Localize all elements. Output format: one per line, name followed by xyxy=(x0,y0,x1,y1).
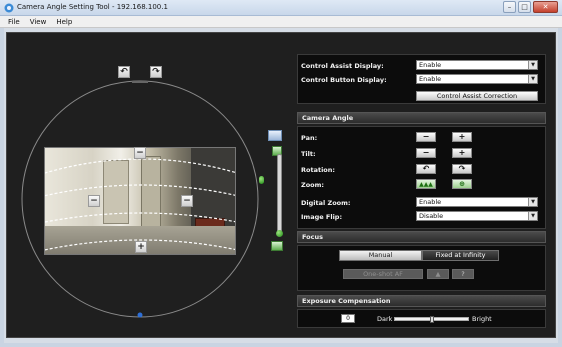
camera-angle-header: Camera Angle xyxy=(297,112,546,124)
control-assist-display-label: Control Assist Display: xyxy=(301,62,384,70)
tilt-plus-button[interactable]: + xyxy=(452,148,472,158)
chevron-down-icon: ▼ xyxy=(528,212,537,220)
close-button[interactable]: ✕ xyxy=(533,1,558,13)
zoom-slider-knob[interactable] xyxy=(276,230,283,237)
maximize-button[interactable]: □ xyxy=(518,1,531,13)
one-shot-af-button[interactable]: One-shot AF xyxy=(343,269,423,279)
exposure-dark-label: Dark xyxy=(377,315,393,323)
control-assist-display-select[interactable]: Enable ▼ xyxy=(416,60,538,70)
focus-icon: ▲ xyxy=(435,270,441,278)
camera-preview xyxy=(44,147,236,255)
tilt-up-button[interactable]: − xyxy=(134,147,146,159)
select-value: Enable xyxy=(419,61,442,69)
tilt-down-button[interactable]: + xyxy=(135,241,147,253)
rotate-left-icon-button[interactable]: ↶ xyxy=(416,164,436,174)
pan-left-button[interactable]: − xyxy=(88,195,100,207)
pan-right-button[interactable]: − xyxy=(181,195,193,207)
position-marker-icon xyxy=(137,312,143,318)
control-button-display-select[interactable]: Enable ▼ xyxy=(416,74,538,84)
image-flip-label: Image Flip: xyxy=(301,213,343,221)
assist-grid-overlay xyxy=(45,158,235,251)
menu-help[interactable]: Help xyxy=(56,18,72,26)
image-flip-select[interactable]: Disable ▼ xyxy=(416,211,538,221)
tilt-minus-button[interactable]: − xyxy=(416,148,436,158)
rotation-label: Rotation: xyxy=(301,166,335,174)
exposure-value: 0 xyxy=(341,314,355,323)
digital-zoom-select[interactable]: Enable ▼ xyxy=(416,197,538,207)
tilt-label: Tilt: xyxy=(301,150,316,158)
rotate-right-button[interactable]: ↷ xyxy=(150,66,162,78)
focus-help-button[interactable]: ? xyxy=(452,269,474,279)
focus-header: Focus xyxy=(297,231,546,243)
control-assist-correction-button[interactable]: Control Assist Correction xyxy=(416,91,538,101)
control-button-display-label: Control Button Display: xyxy=(301,76,387,84)
zoom-label: Zoom: xyxy=(301,181,325,189)
menu-file[interactable]: File xyxy=(8,18,20,26)
zoom-out-button[interactable]: ▲▲▲ xyxy=(416,179,436,189)
exposure-bright-label: Bright xyxy=(472,315,492,323)
zoom-out-icon: ▲▲▲ xyxy=(419,181,433,188)
chevron-down-icon: ▼ xyxy=(528,198,537,206)
zoom-slider[interactable] xyxy=(277,154,282,234)
window-title: Camera Angle Setting Tool - 192.168.100.… xyxy=(17,3,168,11)
zoom-in-icon: ⊕ xyxy=(459,180,465,188)
exposure-header: Exposure Compensation xyxy=(297,295,546,307)
camera-app-icon xyxy=(4,3,14,13)
chevron-down-icon: ▼ xyxy=(528,75,537,83)
menu-bar: File View Help xyxy=(0,16,562,28)
minimize-button[interactable]: – xyxy=(503,1,516,13)
view-mode-icon[interactable] xyxy=(268,130,282,141)
exposure-slider-knob[interactable] xyxy=(429,316,434,323)
focus-manual-button[interactable]: Manual xyxy=(339,250,422,261)
title-bar: Camera Angle Setting Tool - 192.168.100.… xyxy=(0,0,562,16)
rotate-right-icon-button[interactable]: ↷ xyxy=(452,164,472,174)
rotate-left-button[interactable]: ↶ xyxy=(118,66,130,78)
digital-zoom-label: Digital Zoom: xyxy=(301,199,351,207)
zoom-out-icon[interactable] xyxy=(271,241,283,251)
zoom-in-button[interactable]: ⊕ xyxy=(452,179,472,189)
menu-view[interactable]: View xyxy=(30,18,47,26)
select-value: Disable xyxy=(419,212,444,220)
select-value: Enable xyxy=(419,198,442,206)
zoom-level-indicator-icon xyxy=(259,176,264,184)
chevron-down-icon: ▼ xyxy=(528,61,537,69)
focus-fixed-infinity-button[interactable]: Fixed at Infinity xyxy=(422,250,499,261)
focus-near-button[interactable]: ▲ xyxy=(427,269,449,279)
pan-minus-button[interactable]: − xyxy=(416,132,436,142)
select-value: Enable xyxy=(419,75,442,83)
pan-label: Pan: xyxy=(301,134,318,142)
camera-control-area: ↶ ↷ − − − + xyxy=(8,34,284,338)
pan-plus-button[interactable]: + xyxy=(452,132,472,142)
